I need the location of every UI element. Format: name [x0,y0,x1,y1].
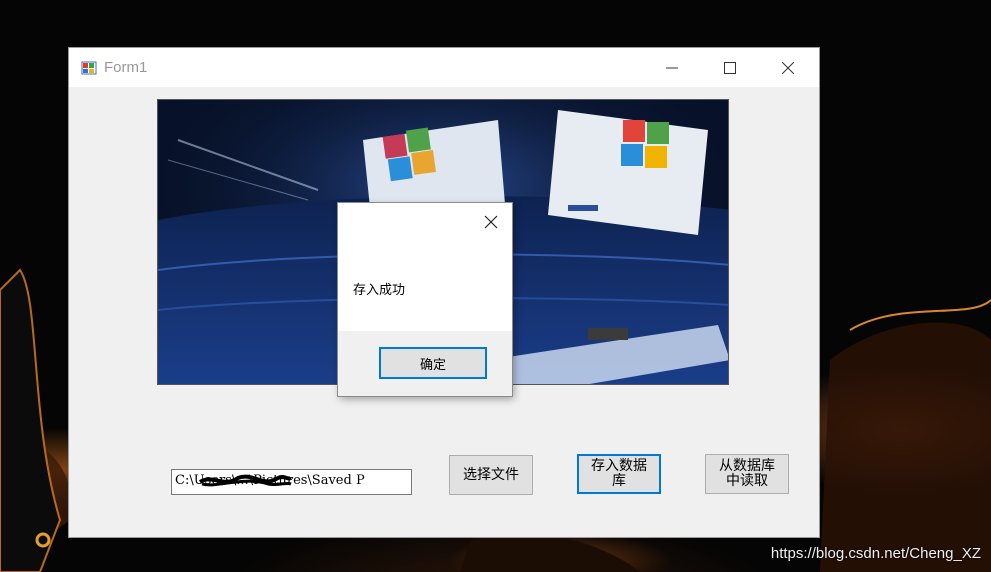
close-icon [782,61,794,74]
save-to-database-button[interactable]: 存入数据 库 [577,454,661,494]
read-from-database-label-line2: 中读取 [726,473,768,489]
read-from-database-button[interactable]: 从数据库 中读取 [705,454,789,494]
maximize-button[interactable] [701,48,759,87]
app-form-icon [81,61,97,75]
file-path-textbox[interactable]: C:\Users\...\Pictures\Saved P [171,469,412,495]
close-button[interactable] [759,48,817,87]
ok-button[interactable]: 确定 [379,347,487,379]
message-box-close-button[interactable] [480,211,502,233]
message-box-footer: 确定 [338,331,512,396]
watermark-text: https://blog.csdn.net/Cheng_XZ [770,545,981,562]
ok-label: 确定 [419,357,446,373]
window-title: Form1 [104,59,148,76]
message-text: 存入成功 [353,283,406,298]
save-to-database-label-line1: 存入数据 [591,458,647,474]
close-icon [484,215,498,229]
select-file-label: 选择文件 [463,466,519,483]
minimize-icon [666,67,678,68]
minimize-button[interactable] [643,48,701,87]
select-file-button[interactable]: 选择文件 [449,455,533,495]
message-box: 存入成功 确定 [338,203,512,396]
redaction-scribble [198,474,293,487]
title-bar[interactable]: Form1 [69,48,819,87]
maximize-icon [724,61,736,74]
read-from-database-label-line1: 从数据库 [719,458,775,474]
save-to-database-label-line2: 库 [612,473,626,489]
